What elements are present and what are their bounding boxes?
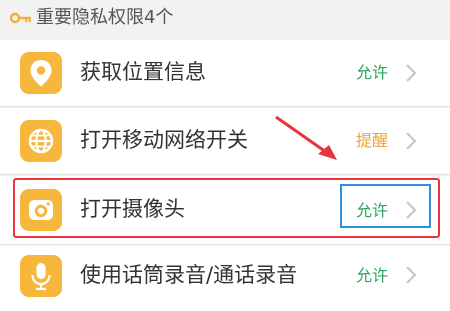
- divider: [0, 106, 450, 107]
- permission-status[interactable]: 允许: [356, 62, 388, 84]
- divider: [0, 174, 450, 175]
- divider: [0, 244, 450, 245]
- highlight-box-camera-status: [340, 184, 431, 228]
- key-icon: [10, 12, 31, 24]
- permission-row-location[interactable]: 获取位置信息 允许: [0, 40, 450, 106]
- chevron-right-icon: [406, 266, 417, 284]
- chevron-right-icon: [406, 132, 417, 150]
- permission-status[interactable]: 提醒: [356, 130, 388, 152]
- permission-label: 获取位置信息: [80, 60, 206, 84]
- globe-icon: [20, 120, 62, 162]
- section-title: 重要隐私权限4个: [36, 7, 174, 28]
- permission-label: 打开移动网络开关: [80, 128, 248, 152]
- permission-row-microphone[interactable]: 使用话筒录音/通话录音 允许: [0, 246, 450, 311]
- section-header: 重要隐私权限4个: [0, 0, 450, 39]
- permission-label: 使用话筒录音/通话录音: [80, 263, 298, 287]
- chevron-right-icon: [406, 64, 417, 82]
- microphone-icon: [20, 255, 62, 297]
- permission-row-mobile-network[interactable]: 打开移动网络开关 提醒: [0, 108, 450, 174]
- permission-status[interactable]: 允许: [356, 265, 388, 287]
- location-pin-icon: [20, 52, 62, 94]
